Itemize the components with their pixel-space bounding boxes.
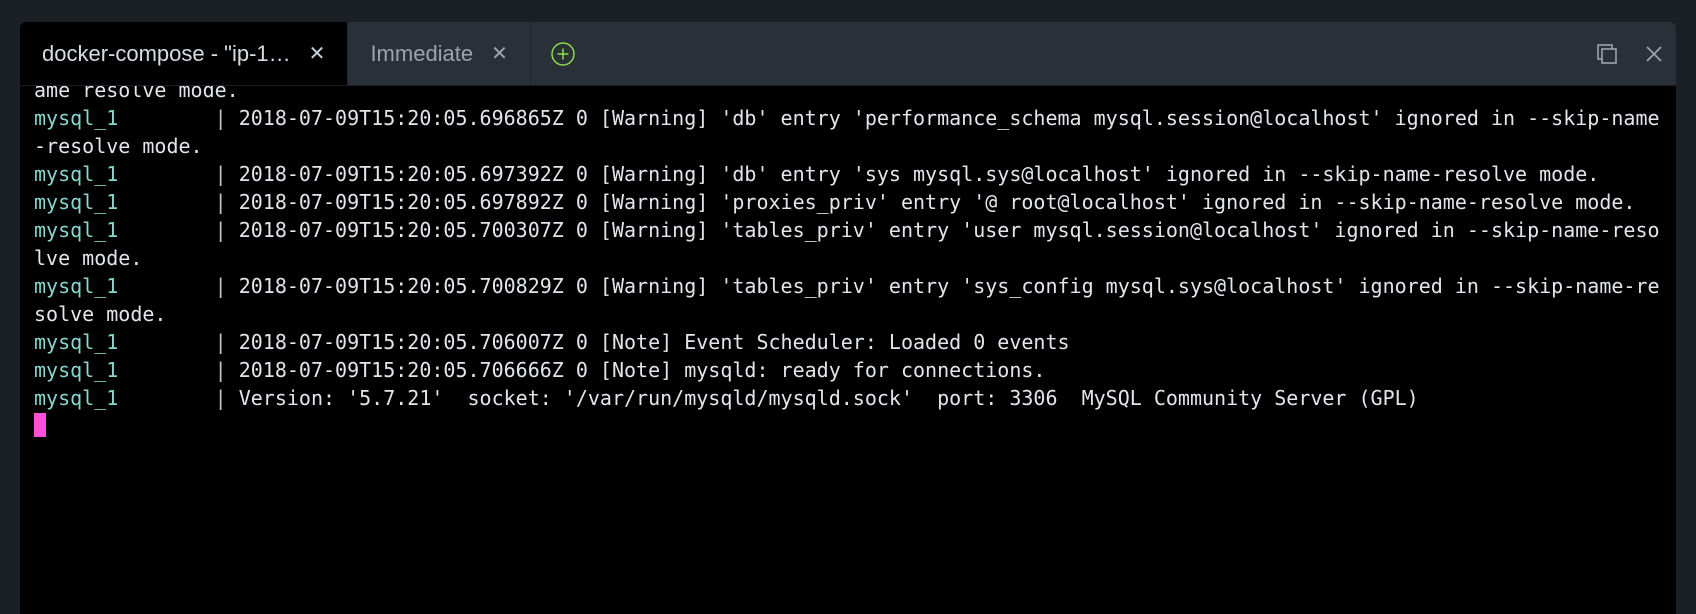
log-separator: | xyxy=(203,106,239,130)
log-message: 2018-07-09T15:20:05.700829Z 0 [Warning] … xyxy=(34,274,1660,326)
log-service: mysql_1 xyxy=(34,106,203,130)
log-separator: | xyxy=(203,330,239,354)
log-message: Version: '5.7.21' socket: '/var/run/mysq… xyxy=(239,386,1419,410)
log-separator: | xyxy=(203,274,239,298)
log-line: mysql_1 | 2018-07-09T15:20:05.700829Z 0 … xyxy=(34,272,1662,328)
tab-label: docker-compose - "ip-1… xyxy=(42,41,291,67)
log-line-cutoff: ame resolve mode. xyxy=(34,86,1662,104)
log-separator: | xyxy=(203,358,239,382)
log-service: mysql_1 xyxy=(34,162,203,186)
log-message: 2018-07-09T15:20:05.697892Z 0 [Warning] … xyxy=(239,190,1636,214)
log-message: 2018-07-09T15:20:05.696865Z 0 [Warning] … xyxy=(34,106,1660,158)
log-line: mysql_1 | 2018-07-09T15:20:05.697392Z 0 … xyxy=(34,160,1662,188)
maximize-icon[interactable] xyxy=(1596,43,1618,65)
terminal-panel: docker-compose - "ip-1… ✕ Immediate ✕ xyxy=(20,22,1676,614)
plus-icon xyxy=(550,41,576,67)
log-separator: | xyxy=(203,218,239,242)
log-service: mysql_1 xyxy=(34,386,203,410)
log-service: mysql_1 xyxy=(34,358,203,382)
log-line: mysql_1 | 2018-07-09T15:20:05.700307Z 0 … xyxy=(34,216,1662,272)
close-panel-icon[interactable] xyxy=(1644,44,1664,64)
log-line: mysql_1 | 2018-07-09T15:20:05.706007Z 0 … xyxy=(34,328,1662,356)
log-message: 2018-07-09T15:20:05.697392Z 0 [Warning] … xyxy=(239,162,1600,186)
tab-immediate[interactable]: Immediate ✕ xyxy=(348,22,530,85)
tab-docker-compose[interactable]: docker-compose - "ip-1… ✕ xyxy=(20,22,348,85)
close-icon[interactable]: ✕ xyxy=(491,44,508,64)
log-message: 2018-07-09T15:20:05.700307Z 0 [Warning] … xyxy=(34,218,1660,270)
log-line: mysql_1 | 2018-07-09T15:20:05.696865Z 0 … xyxy=(34,104,1662,160)
terminal-output[interactable]: ame resolve mode.mysql_1 | 2018-07-09T15… xyxy=(20,86,1676,614)
close-icon[interactable]: ✕ xyxy=(309,44,326,64)
log-separator: | xyxy=(203,190,239,214)
log-service: mysql_1 xyxy=(34,218,203,242)
log-separator: | xyxy=(203,162,239,186)
log-separator: | xyxy=(203,386,239,410)
tab-label: Immediate xyxy=(370,41,473,67)
terminal-cursor xyxy=(34,412,1662,440)
log-line: mysql_1 | Version: '5.7.21' socket: '/va… xyxy=(34,384,1662,412)
tab-bar: docker-compose - "ip-1… ✕ Immediate ✕ xyxy=(20,22,1676,86)
log-message: 2018-07-09T15:20:05.706007Z 0 [Note] Eve… xyxy=(239,330,1070,354)
log-message: 2018-07-09T15:20:05.706666Z 0 [Note] mys… xyxy=(239,358,1046,382)
log-service: mysql_1 xyxy=(34,190,203,214)
tabbar-actions xyxy=(1596,22,1664,85)
log-service: mysql_1 xyxy=(34,330,203,354)
add-tab-button[interactable] xyxy=(531,22,595,85)
log-line: mysql_1 | 2018-07-09T15:20:05.706666Z 0 … xyxy=(34,356,1662,384)
log-service: mysql_1 xyxy=(34,274,203,298)
log-line: mysql_1 | 2018-07-09T15:20:05.697892Z 0 … xyxy=(34,188,1662,216)
